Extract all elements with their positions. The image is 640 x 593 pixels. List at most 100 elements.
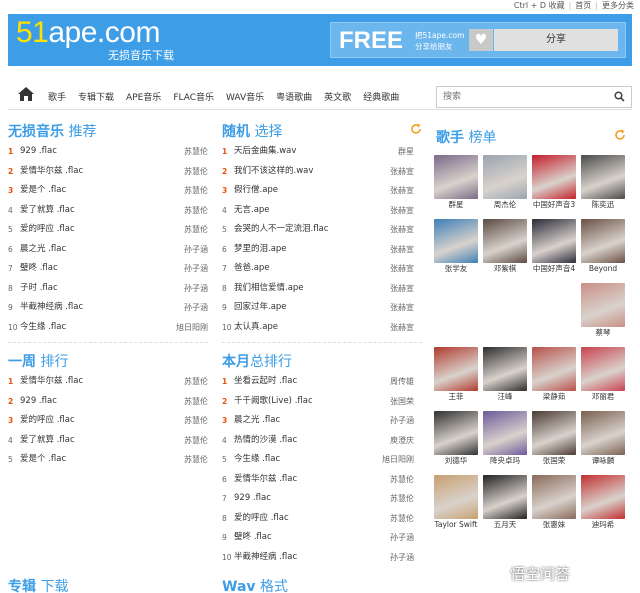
bookmark-link[interactable]: Ctrl + D 收藏 [514,0,565,11]
song-title-link[interactable]: 929 .flac [20,392,57,412]
singer-card[interactable]: 周杰伦 [483,155,527,211]
singer-photo[interactable] [483,347,527,391]
list-item[interactable]: 8 爱的呼应 .flac 苏慧伦 [222,509,414,529]
song-title-link[interactable]: 929 .flac [234,489,271,509]
list-item[interactable]: 10 太认真.ape 张赫宣 [222,318,414,338]
artist-link[interactable]: 孙子涵 [184,298,208,318]
list-item[interactable]: 4 无言.ape 张赫宣 [222,201,414,221]
song-title-link[interactable]: 晨之光 .flac [20,240,66,260]
list-item[interactable]: 7 爸爸.ape 张赫宣 [222,259,414,279]
song-title-link[interactable]: 璧咚 .flac [234,528,272,548]
artist-link[interactable]: 孙子涵 [184,279,208,299]
song-title-link[interactable]: 爱了就算 .flac [20,201,75,221]
song-title-link[interactable]: 爱情华尔兹 .flac [234,470,297,490]
song-title-link[interactable]: 半截神经病 .flac [234,548,297,568]
artist-link[interactable]: 苏慧伦 [184,181,208,201]
list-item[interactable]: 10 今生缘 .flac 旭日阳刚 [8,318,208,338]
song-title-link[interactable]: 爱的呼应 .flac [20,411,75,431]
list-item[interactable]: 4 爱了就算 .flac 苏慧伦 [8,201,208,221]
song-title-link[interactable]: 爱的呼应 .flac [234,509,289,529]
song-title-link[interactable]: 今生缘 .flac [234,450,280,470]
list-item[interactable]: 9 回家过年.ape 张赫宣 [222,298,414,318]
album-title[interactable]: 专辑 下载 [8,576,68,593]
list-item[interactable]: 6 梦里的泪.ape 张赫宣 [222,240,414,260]
list-item[interactable]: 1 929 .flac 苏慧伦 [8,142,208,162]
singer-name[interactable]: 中国好声音3 [532,199,576,211]
singers-title[interactable]: 歌手 榜单 [436,127,496,147]
singer-name[interactable]: 降央卓玛 [483,455,527,467]
singer-name[interactable]: 周杰伦 [483,199,527,211]
song-title-link[interactable]: 爱情华尔兹 .flac [20,162,83,182]
artist-link[interactable]: 群星 [398,142,414,162]
wav-title[interactable]: Wav 格式 [222,576,288,593]
artist-link[interactable]: 孙子涵 [390,528,414,548]
list-item[interactable]: 3 晨之光 .flac 孙子涵 [222,411,414,431]
artist-link[interactable]: 旭日阳刚 [176,318,208,338]
singer-card[interactable]: 迪玛希 [581,475,625,531]
artist-link[interactable]: 张赫宣 [390,298,414,318]
singer-photo[interactable] [581,155,625,199]
artist-link[interactable]: 苏慧伦 [390,470,414,490]
artist-link[interactable]: 张赫宣 [390,318,414,338]
nav-item[interactable]: 经典歌曲 [363,90,399,103]
singer-name[interactable]: 邓丽君 [581,391,625,403]
list-item[interactable]: 5 爱是个 .flac 苏慧伦 [8,450,208,470]
list-item[interactable]: 5 爱的呼应 .flac 苏慧伦 [8,220,208,240]
singer-name[interactable]: 群星 [434,199,478,211]
list-item[interactable]: 2 929 .flac 苏慧伦 [8,392,208,412]
artist-link[interactable]: 苏慧伦 [184,411,208,431]
artist-link[interactable]: 周传雄 [390,372,414,392]
song-title-link[interactable]: 子时 .flac [20,279,58,299]
artist-link[interactable]: 孙子涵 [184,240,208,260]
singer-card[interactable]: 五月天 [483,475,527,531]
singer-card[interactable]: 降央卓玛 [483,411,527,467]
singer-photo[interactable] [483,411,527,455]
singer-card[interactable]: 邓丽君 [581,347,625,403]
singer-name[interactable]: 张学友 [434,263,478,275]
singer-photo[interactable] [581,411,625,455]
song-title-link[interactable]: 天后金曲集.wav [234,142,296,162]
list-item[interactable]: 1 爱情华尔兹 .flac 苏慧伦 [8,372,208,392]
artist-link[interactable]: 旭日阳刚 [382,450,414,470]
singer-card[interactable]: Beyond [581,219,625,275]
song-title-link[interactable]: 璧咚 .flac [20,259,58,279]
singer-name[interactable]: 蔡琴 [581,327,625,339]
artist-link[interactable]: 张赫宣 [390,201,414,221]
artist-link[interactable]: 孙子涵 [390,411,414,431]
list-item[interactable]: 8 我们相信爱情.ape 张赫宣 [222,279,414,299]
singer-photo[interactable] [532,347,576,391]
song-title-link[interactable]: 坐看云起时 .flac [234,372,297,392]
search-input[interactable] [443,90,603,104]
list-item[interactable]: 3 假行僧.ape 张赫宣 [222,181,414,201]
song-title-link[interactable]: 爱的呼应 .flac [20,220,75,240]
singer-photo[interactable] [434,475,478,519]
singer-card[interactable]: 梁静茹 [532,347,576,403]
artist-link[interactable]: 张赫宣 [390,181,414,201]
singer-photo[interactable] [434,219,478,263]
song-title-link[interactable]: 爱情华尔兹 .flac [20,372,83,392]
singer-name[interactable]: 王菲 [434,391,478,403]
singer-card[interactable]: 群星 [434,155,478,211]
artist-link[interactable]: 苏慧伦 [390,489,414,509]
singer-photo[interactable] [532,411,576,455]
singer-photo[interactable] [581,347,625,391]
artist-link[interactable]: 庾澄庆 [390,431,414,451]
artist-link[interactable]: 孙子涵 [390,548,414,568]
artist-link[interactable]: 苏慧伦 [184,201,208,221]
refresh-icon[interactable] [410,123,422,135]
singer-name[interactable]: 谭咏麟 [581,455,625,467]
song-title-link[interactable]: 我们不该这样的.wav [234,162,313,182]
song-title-link[interactable]: 爸爸.ape [234,259,270,279]
nav-item[interactable]: 歌手 [48,90,66,103]
artist-link[interactable]: 苏慧伦 [184,162,208,182]
singer-photo[interactable] [434,155,478,199]
singer-name[interactable]: 刘德华 [434,455,478,467]
artist-link[interactable]: 张赫宣 [390,279,414,299]
list-item[interactable]: 4 热情的沙漠 .flac 庾澄庆 [222,431,414,451]
artist-link[interactable]: 张国荣 [390,392,414,412]
singer-name[interactable]: 中国好声音4 [532,263,576,275]
singer-card[interactable]: 张惠妹 [532,475,576,531]
artist-link[interactable]: 苏慧伦 [184,372,208,392]
song-title-link[interactable]: 无言.ape [234,201,270,221]
song-title-link[interactable]: 梦里的泪.ape [234,240,287,260]
